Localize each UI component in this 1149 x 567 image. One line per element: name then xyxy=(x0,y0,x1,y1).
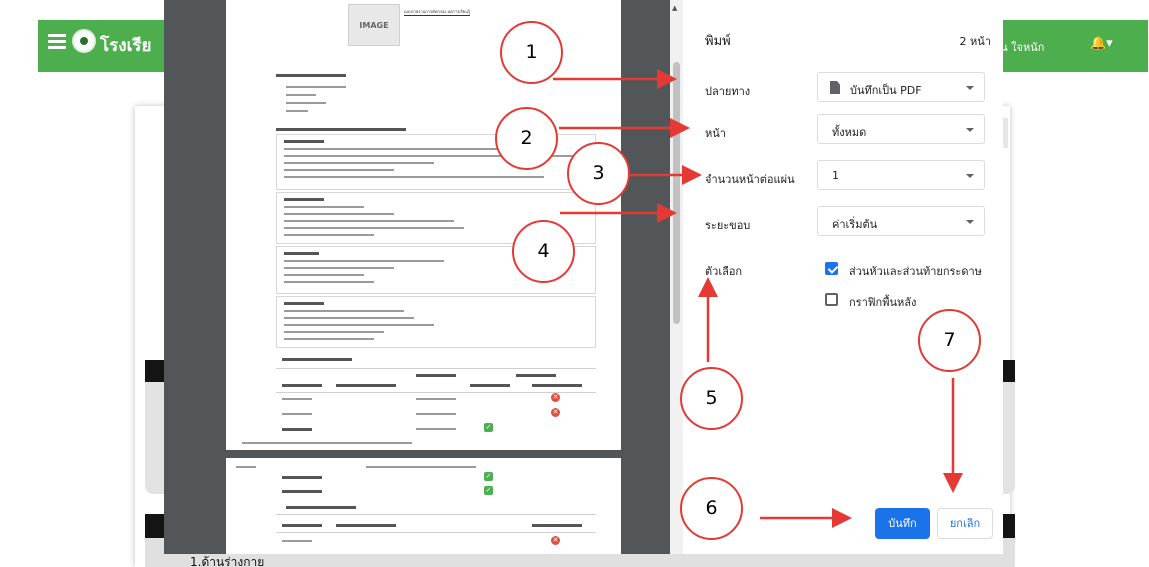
callout-1: 1 xyxy=(500,21,563,84)
callout-6: 6 xyxy=(680,477,743,540)
callout-3: 3 xyxy=(567,142,630,205)
callout-7: 7 xyxy=(918,309,981,372)
callout-4: 4 xyxy=(512,220,575,283)
callout-5: 5 xyxy=(680,367,743,430)
annotation-arrows xyxy=(553,69,963,528)
callout-2: 2 xyxy=(495,107,558,170)
